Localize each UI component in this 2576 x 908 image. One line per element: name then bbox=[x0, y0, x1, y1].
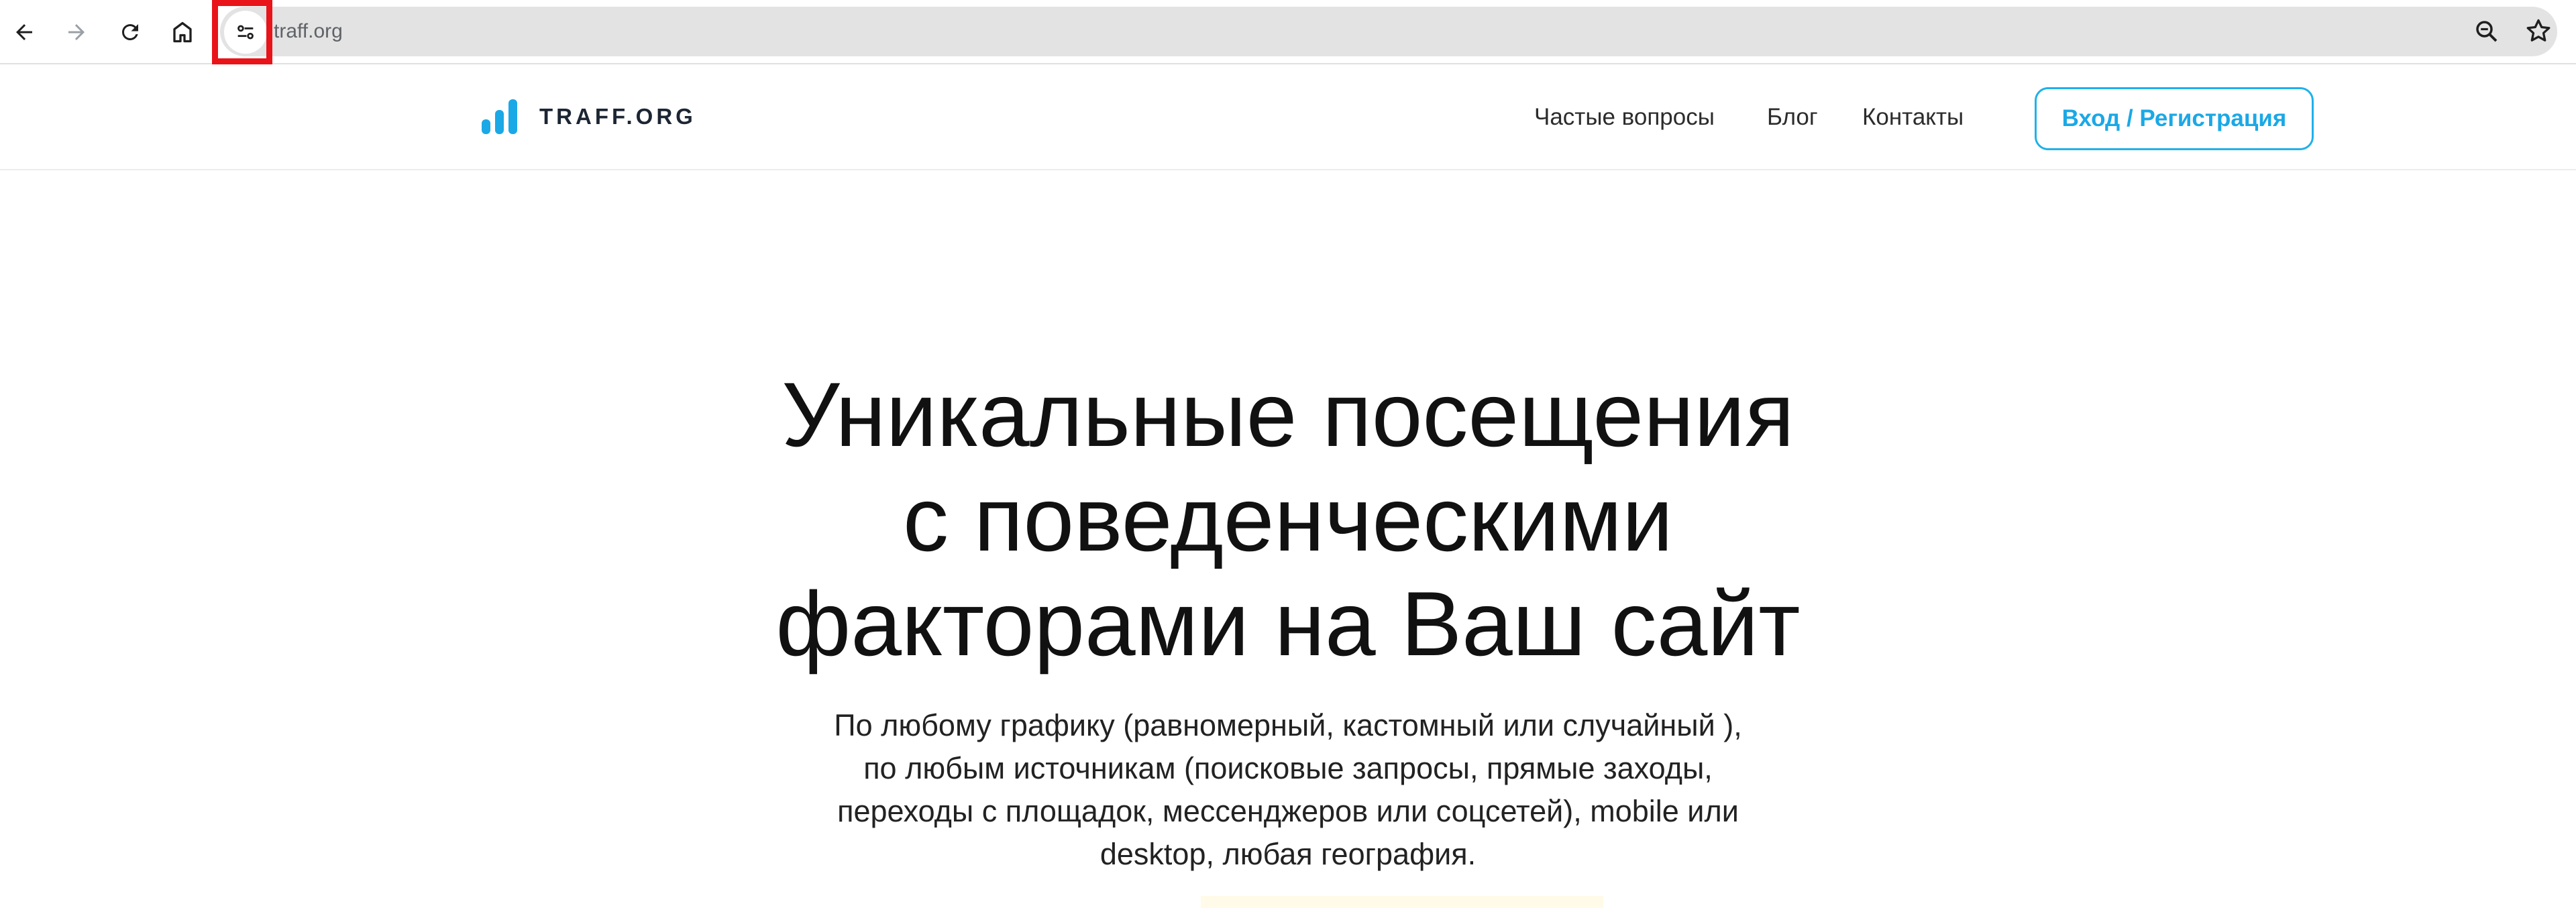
hero-subtitle-line: переходы с площадок, мессенджеров или со… bbox=[837, 794, 1739, 828]
address-bar[interactable] bbox=[220, 7, 2557, 56]
forward-button[interactable] bbox=[56, 12, 97, 52]
zoom-icon[interactable] bbox=[2473, 17, 2501, 46]
url-text[interactable]: traff.org bbox=[274, 17, 343, 46]
back-arrow-icon bbox=[16, 24, 32, 40]
hero-title-line: с поведенческими bbox=[903, 468, 1673, 570]
forward-arrow-icon bbox=[68, 24, 85, 40]
site-header: TRAFF.ORG Частые вопросы Блог Контакты В… bbox=[0, 64, 2576, 170]
nav-link-blog[interactable]: Блог bbox=[1767, 103, 1818, 131]
logo-text: TRAFF.ORG bbox=[539, 104, 696, 129]
hero-title-line: Уникальные посещения bbox=[782, 363, 1794, 465]
back-button[interactable] bbox=[4, 12, 44, 52]
reload-button[interactable] bbox=[110, 12, 150, 52]
hero-subtitle-line: desktop, любая география. bbox=[1099, 837, 1477, 871]
nav-link-contacts[interactable]: Контакты bbox=[1862, 103, 1964, 131]
home-button[interactable] bbox=[162, 12, 203, 52]
reload-icon bbox=[121, 23, 138, 40]
logo[interactable]: TRAFF.ORG bbox=[480, 97, 696, 137]
bar-chart-logo-icon bbox=[482, 99, 517, 134]
cta-button-edge[interactable] bbox=[1201, 896, 1603, 908]
login-register-button[interactable]: Вход / Регистрация bbox=[2035, 87, 2314, 150]
site-info-button[interactable] bbox=[224, 11, 267, 54]
hero-subtitle-line: по любым источникам (поисковые запросы, … bbox=[863, 751, 1713, 785]
home-icon bbox=[173, 21, 192, 43]
hero-title: Уникальные посещения с поведенческими фа… bbox=[671, 362, 1905, 676]
hero-subtitle: По любому графику (равномерный, кастомны… bbox=[805, 704, 1771, 876]
nav-link-faq[interactable]: Частые вопросы bbox=[1534, 103, 1715, 131]
hero-title-line: факторами на Ваш сайт bbox=[775, 573, 1801, 675]
tune-icon bbox=[237, 25, 254, 40]
browser-toolbar: traff.org bbox=[0, 0, 2576, 64]
star-icon[interactable] bbox=[2524, 16, 2553, 46]
hero-subtitle-line: По любому графику (равномерный, кастомны… bbox=[834, 708, 1742, 742]
